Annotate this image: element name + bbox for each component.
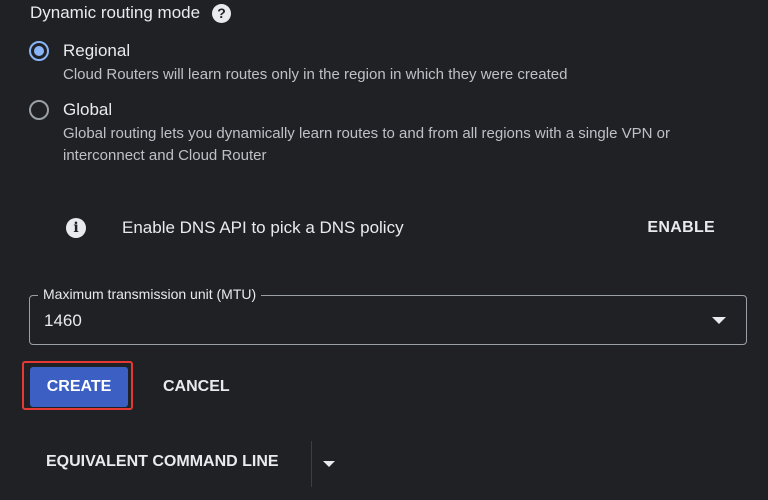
dynamic-routing-section-title: Dynamic routing mode ?: [30, 3, 232, 23]
dropdown-arrow-icon[interactable]: [712, 317, 726, 324]
radio-option-global[interactable]: Global Global routing lets you dynamical…: [29, 99, 670, 167]
global-label: Global: [63, 100, 113, 119]
global-description-line-1: Global routing lets you dynamically lear…: [63, 125, 670, 142]
help-icon[interactable]: ?: [212, 3, 232, 23]
global-description: Global routing lets you dynamically lear…: [63, 123, 670, 167]
enable-dns-button[interactable]: ENABLE: [647, 219, 715, 237]
mtu-select[interactable]: Maximum transmission unit (MTU) 1460: [29, 286, 747, 345]
dns-banner-text: Enable DNS API to pick a DNS policy: [122, 218, 404, 237]
radio-button-regional-checked[interactable]: [29, 41, 49, 61]
button-divider: [311, 441, 312, 487]
dynamic-routing-title: Dynamic routing mode: [30, 3, 201, 22]
info-icon: i: [66, 218, 86, 238]
radio-button-global[interactable]: [29, 100, 49, 120]
mtu-label: Maximum transmission unit (MTU): [38, 286, 262, 302]
radio-option-regional[interactable]: Regional Cloud Routers will learn routes…: [29, 40, 567, 86]
create-button[interactable]: CREATE: [30, 367, 128, 407]
equivalent-command-line-button[interactable]: EQUIVALENT COMMAND LINE: [46, 453, 279, 471]
mtu-value: 1460: [44, 311, 82, 330]
cancel-button[interactable]: CANCEL: [163, 378, 230, 396]
regional-description: Cloud Routers will learn routes only in …: [63, 66, 568, 83]
global-description-line-2: interconnect and Cloud Router: [63, 147, 267, 164]
dns-api-banner: i Enable DNS API to pick a DNS policy EN…: [44, 196, 747, 260]
chevron-down-icon[interactable]: [323, 461, 335, 467]
regional-label: Regional: [63, 41, 131, 60]
